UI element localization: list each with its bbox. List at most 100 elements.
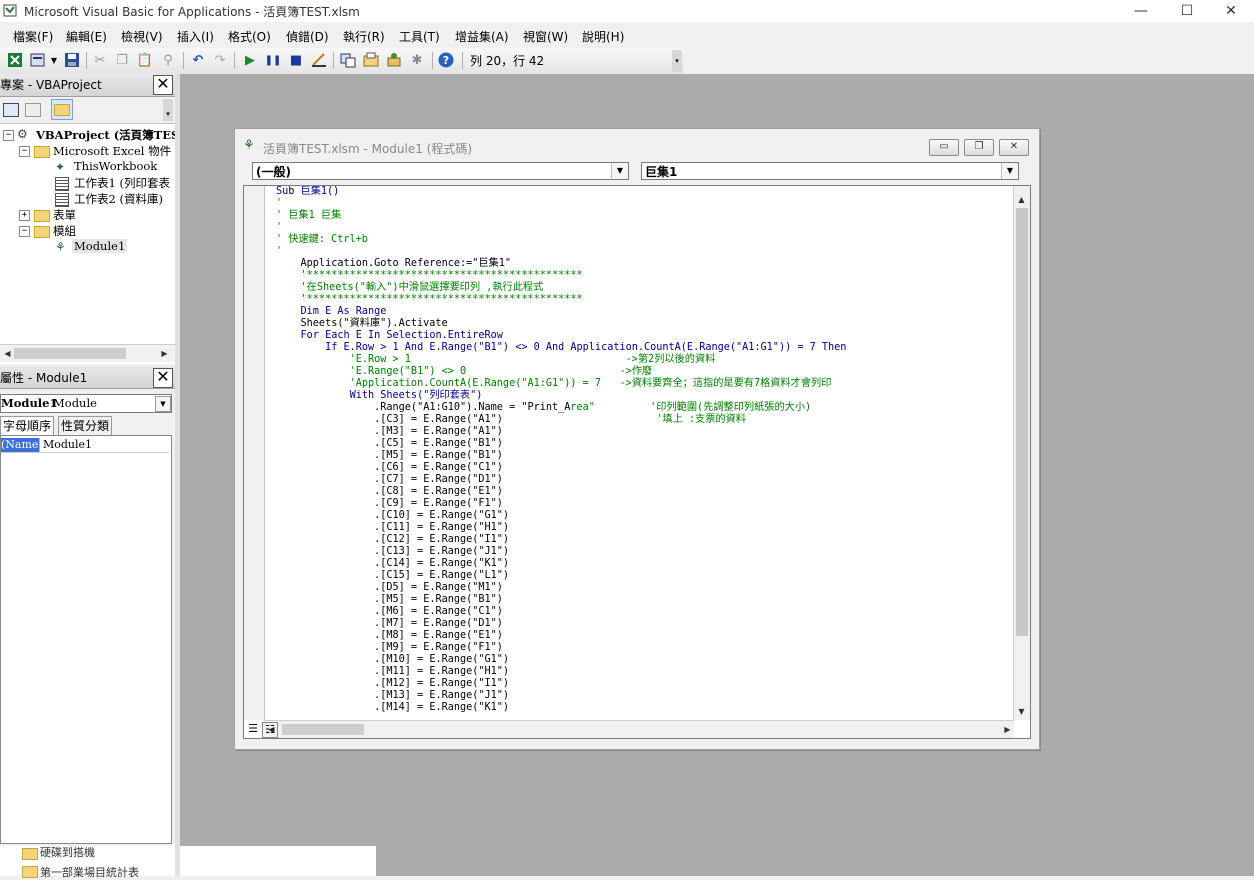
code-line[interactable]: .[C3] = E.Range("A1") '填上 :支票的資料 (276, 414, 846, 426)
menu-tools[interactable]: 工具(T) (399, 28, 440, 45)
code-line[interactable]: ' (276, 222, 846, 234)
code-line[interactable]: '在Sheets("輸入")中滑鼠選擇要印列 ,執行此程式 (276, 282, 846, 294)
minimize-button[interactable]: — (1118, 0, 1164, 22)
code-line[interactable]: If E.Row > 1 And E.Range("B1") <> 0 And … (276, 342, 846, 354)
code-line[interactable]: .[M11] = E.Range("H1") (276, 666, 846, 678)
code-line[interactable]: .[M5] = E.Range("B1") (276, 594, 846, 606)
toolbar-options-icon[interactable]: ▾ (672, 50, 682, 72)
view-code-icon[interactable] (3, 103, 19, 117)
code-line[interactable]: ' (276, 246, 846, 258)
scroll-right-icon[interactable]: ▶ (157, 346, 172, 361)
object-combo[interactable]: (一般) ▼ (252, 162, 629, 180)
close-button[interactable]: ✕ (1208, 0, 1254, 22)
object-select[interactable]: Module1 Module ▼ (0, 394, 172, 413)
help-icon[interactable]: ? (438, 52, 454, 68)
break-icon[interactable]: ❚❚ (265, 52, 282, 68)
code-line[interactable]: .Range("A1:G10").Name = "Print_Area" '印列… (276, 402, 846, 414)
run-icon[interactable]: ▶ (242, 52, 258, 68)
tree-sheet2[interactable]: 工作表2 (資料庫) (74, 191, 163, 207)
code-line[interactable]: .[C7] = E.Range("D1") (276, 474, 846, 486)
insert-module-icon[interactable] (30, 52, 46, 68)
tree-forms[interactable]: 表單 (53, 207, 76, 223)
scroll-thumb[interactable] (282, 724, 364, 735)
close-icon[interactable]: ✕ (153, 75, 173, 95)
scroll-left-icon[interactable]: ◀ (0, 346, 15, 361)
menu-view[interactable]: 檢視(V) (121, 28, 163, 45)
code-line[interactable]: .[M10] = E.Range("G1") (276, 654, 846, 666)
code-line[interactable]: .[C12] = E.Range("I1") (276, 534, 846, 546)
code-line[interactable]: .[M9] = E.Range("F1") (276, 642, 846, 654)
menu-debug[interactable]: 偵錯(D) (286, 28, 329, 45)
menu-insert[interactable]: 插入(I) (177, 28, 214, 45)
code-vscroll[interactable]: ▲ ▼ (1013, 186, 1030, 720)
chevron-down-icon[interactable]: ▼ (1001, 163, 1018, 179)
code-line[interactable]: .[M13] = E.Range("J1") (276, 690, 846, 702)
copy-icon[interactable]: ❐ (114, 52, 130, 68)
scroll-thumb[interactable] (1016, 208, 1028, 636)
scroll-thumb[interactable] (14, 348, 126, 359)
code-line[interactable]: .[C10] = E.Range("G1") (276, 510, 846, 522)
maximize-button[interactable]: ☐ (1164, 0, 1210, 22)
code-line[interactable]: .[M5] = E.Range("B1") (276, 450, 846, 462)
code-line[interactable]: ' (276, 198, 846, 210)
tab-categorized[interactable]: 性質分類 (58, 416, 113, 436)
redo-icon[interactable]: ↷ (212, 52, 228, 68)
property-value[interactable]: Module1 (43, 438, 92, 451)
tree-module1[interactable]: Module1 (72, 239, 128, 253)
tree-excel-objects[interactable]: Microsoft Excel 物件 (53, 143, 171, 159)
code-line[interactable]: Application.Goto Reference:="巨集1" (276, 258, 846, 270)
chevron-down-icon[interactable]: ▼ (611, 163, 628, 179)
code-line[interactable]: 'E.Row > 1 ->第2列以後的資料 (276, 354, 846, 366)
procedure-view-icon[interactable]: ☰ (246, 722, 260, 736)
expand-icon[interactable]: + (19, 210, 30, 221)
code-line[interactable]: For Each E In Selection.EntireRow (276, 330, 846, 342)
code-line[interactable]: .[C6] = E.Range("C1") (276, 462, 846, 474)
toolbox-icon[interactable]: ✱ (409, 52, 425, 68)
menu-file[interactable]: 檔案(F) (13, 28, 53, 45)
pane-toolbar-options-icon[interactable]: ▾ (163, 99, 173, 121)
code-line[interactable]: Sub 巨集1() (276, 186, 846, 198)
code-line[interactable]: .[C15] = E.Range("L1") (276, 570, 846, 582)
code-text[interactable]: Sub 巨集1() ' ' 巨集1 巨集 ' ' 快速鍵: Ctrl+b ' Applic… (276, 186, 846, 714)
code-line[interactable]: .[C5] = E.Range("B1") (276, 438, 846, 450)
project-explorer-icon[interactable] (340, 52, 356, 68)
tree-modules[interactable]: 模組 (53, 223, 76, 239)
scroll-right-icon[interactable]: ▶ (1000, 722, 1015, 737)
excel-view-icon[interactable] (7, 52, 23, 68)
scroll-down-icon[interactable]: ▼ (1014, 704, 1029, 719)
code-line[interactable]: .[D5] = E.Range("M1") (276, 582, 846, 594)
menu-addins[interactable]: 增益集(A) (455, 28, 509, 45)
code-line[interactable]: '***************************************… (276, 294, 846, 306)
code-line[interactable]: Sheets("資料庫").Activate (276, 318, 846, 330)
undo-icon[interactable]: ↶ (190, 52, 206, 68)
code-minimize-button[interactable]: ▭ (929, 139, 959, 156)
close-icon[interactable]: ✕ (153, 368, 173, 388)
code-close-button[interactable]: ✕ (999, 139, 1029, 156)
properties-icon[interactable] (363, 52, 379, 68)
code-line[interactable]: .[C9] = E.Range("F1") (276, 498, 846, 510)
save-icon[interactable] (64, 52, 80, 68)
code-line[interactable]: .[C13] = E.Range("J1") (276, 546, 846, 558)
collapse-icon[interactable]: − (19, 146, 30, 157)
code-editor[interactable]: Sub 巨集1() ' ' 巨集1 巨集 ' ' 快速鍵: Ctrl+b ' Applic… (243, 185, 1031, 739)
chevron-down-icon[interactable]: ▼ (50, 52, 58, 68)
code-line[interactable]: .[M7] = E.Range("D1") (276, 618, 846, 630)
tree-thisworkbook[interactable]: ThisWorkbook (74, 159, 157, 173)
code-line[interactable]: .[C14] = E.Range("K1") (276, 558, 846, 570)
tab-alphabetic[interactable]: 字母順序 (0, 416, 55, 436)
design-mode-icon[interactable] (311, 52, 327, 68)
menu-help[interactable]: 說明(H) (582, 28, 624, 45)
menu-format[interactable]: 格式(O) (228, 28, 271, 45)
cut-icon[interactable]: ✂ (92, 52, 108, 68)
code-line[interactable]: ' 巨集1 巨集 (276, 210, 846, 222)
collapse-icon[interactable]: − (19, 226, 30, 237)
code-line[interactable]: .[M6] = E.Range("C1") (276, 606, 846, 618)
tree-sheet1[interactable]: 工作表1 (列印套表 (74, 175, 170, 191)
code-line[interactable]: With Sheets("列印套表") (276, 390, 846, 402)
menu-edit[interactable]: 編輯(E) (66, 28, 107, 45)
view-object-icon[interactable] (25, 103, 41, 117)
code-line[interactable]: .[M12] = E.Range("I1") (276, 678, 846, 690)
code-hscroll[interactable]: ◀ ▶ (264, 720, 1014, 738)
object-browser-icon[interactable] (386, 52, 402, 68)
margin-indicator-bar[interactable] (244, 186, 265, 720)
